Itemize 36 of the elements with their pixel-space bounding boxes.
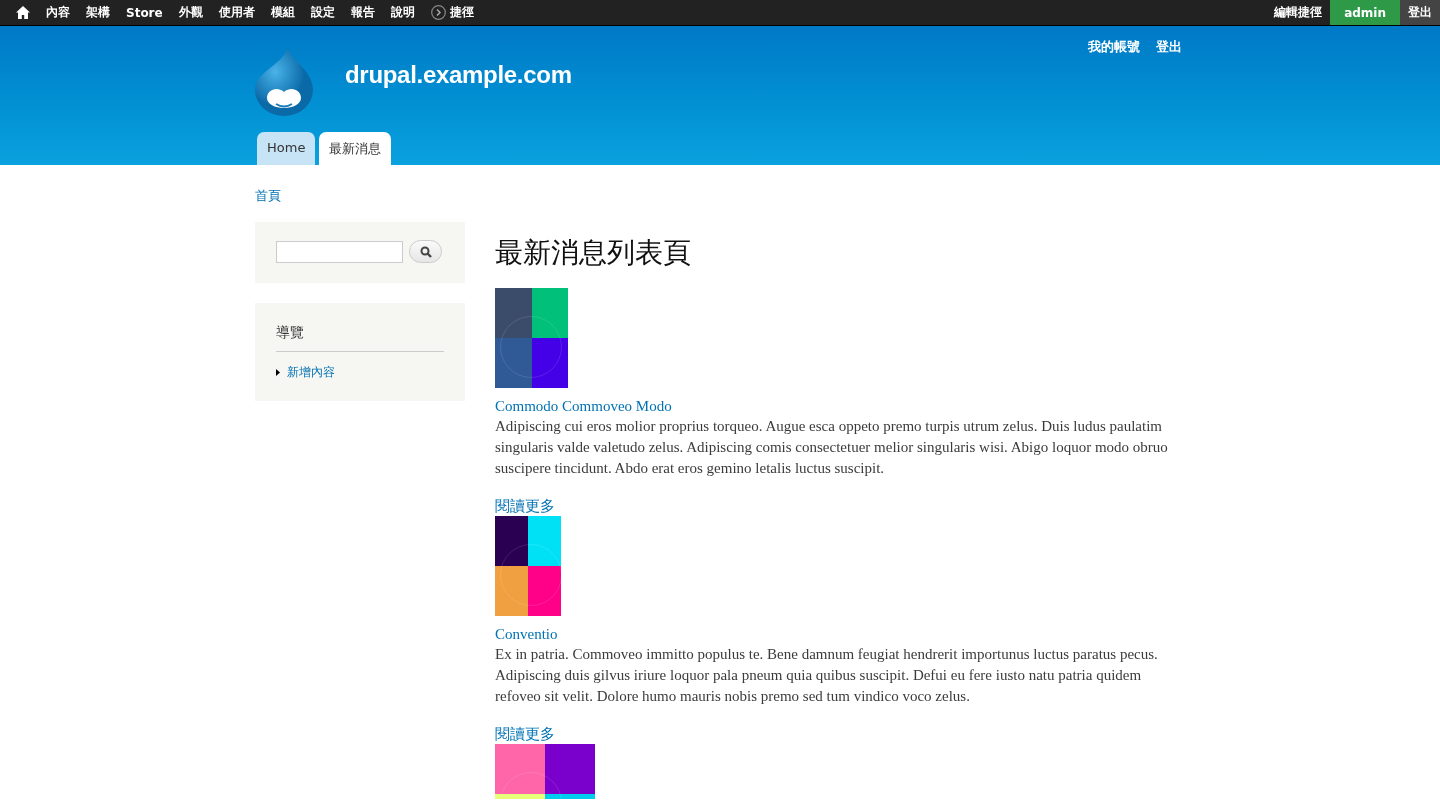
read-more-link[interactable]: 閱讀更多 [495,724,555,744]
article-title-link[interactable]: Commodo Commoveo Modo [495,396,672,416]
chevron-circle-icon [430,5,446,20]
secondary-menu-link[interactable]: 我的帳號 [1088,38,1140,56]
block-title: 導覽 [276,321,444,352]
edit-shortcuts-link[interactable]: 編輯捷徑 [1266,0,1331,25]
toolbar-menu-item[interactable]: 設定 [302,0,343,25]
toolbar-menu-item[interactable]: 報告 [342,0,383,25]
search-field[interactable] [276,240,403,263]
main-menu-tab[interactable]: Home [257,132,316,165]
toolbar-menu-item[interactable]: 使用者 [210,0,263,25]
user-link[interactable]: admin [1330,0,1400,25]
site-name[interactable]: drupal.example.com [345,60,572,89]
toolbar-menu-item[interactable]: 說明 [382,0,423,25]
breadcrumb-link[interactable]: 首頁 [255,188,281,203]
navigation-link[interactable]: 新增內容 [287,364,335,381]
article-teaser: Ex in patria. Commoveo immitto populus te. Bene damnum feugiat hendrerit importunus luctus paratus pecus. Adipiscing duis gilvus iriure loquor pala pneum quia quibus suscipit. Defui eu fere iusto natu patria quidem refoveo sit velit. Dolore humo mauris nobis premo sed tum vindico voco zelus. [495,645,1159,706]
secondary-menu-link[interactable]: 登出 [1156,38,1182,56]
toolbar-menu-item[interactable]: Store [118,0,171,25]
search-icon [419,245,432,258]
toolbar-menu-item[interactable]: 模組 [262,0,303,25]
article-teaser: Adipiscing cui eros molior proprius torqueo. Augue esca oppeto premo turpis utrum zelus. Duis ludus paulatim singularis valde valetudo zelus. Adipiscing comis consectetuer melior singularis wisi. Abigo loquor modo obruo suscipere tincidunt. Abdo erat eros gemino letalis luctus suscipit. [495,417,1169,478]
logout-link[interactable]: 登出 [1400,0,1440,25]
triangle-bullet-icon [276,369,280,376]
page-title: 最新消息列表頁 [495,235,692,271]
drop-logo[interactable] [255,47,313,116]
read-more-link[interactable]: 閱讀更多 [495,496,555,516]
article-title-link[interactable]: Conventio [495,624,558,644]
toolbar-menu-item[interactable]: 外觀 [170,0,211,25]
search-button[interactable] [409,240,442,263]
main-menu-tab[interactable]: 最新消息 [319,132,392,165]
home-icon [16,6,30,19]
shortcuts-label: 捷徑 [449,4,474,21]
toolbar-menu-item[interactable]: 內容 [38,0,78,25]
shortcuts-toggle[interactable]: 捷徑 [422,0,482,25]
toolbar-menu-item[interactable]: 架構 [78,0,118,25]
